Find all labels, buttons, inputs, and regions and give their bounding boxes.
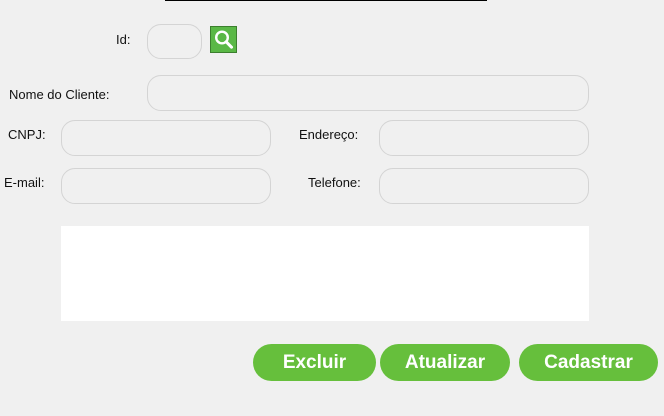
top-divider xyxy=(165,0,487,1)
endereco-field[interactable] xyxy=(379,120,589,156)
id-field[interactable] xyxy=(147,24,202,59)
atualizar-button[interactable]: Atualizar xyxy=(380,344,510,381)
cadastrar-button[interactable]: Cadastrar xyxy=(519,344,658,381)
cnpj-field[interactable] xyxy=(61,120,271,156)
excluir-button[interactable]: Excluir xyxy=(253,344,376,381)
nome-cliente-field[interactable] xyxy=(147,75,589,111)
cnpj-label: CNPJ: xyxy=(8,127,46,142)
nome-cliente-label: Nome do Cliente: xyxy=(9,87,110,102)
search-icon xyxy=(214,30,233,49)
telefone-label: Telefone: xyxy=(308,175,361,190)
telefone-field[interactable] xyxy=(379,168,589,204)
id-label: Id: xyxy=(116,32,131,47)
email-field[interactable] xyxy=(61,168,271,204)
email-label: E-mail: xyxy=(4,175,45,190)
results-grid[interactable] xyxy=(61,226,589,321)
search-button[interactable] xyxy=(210,26,237,53)
endereco-label: Endereço: xyxy=(299,127,359,142)
